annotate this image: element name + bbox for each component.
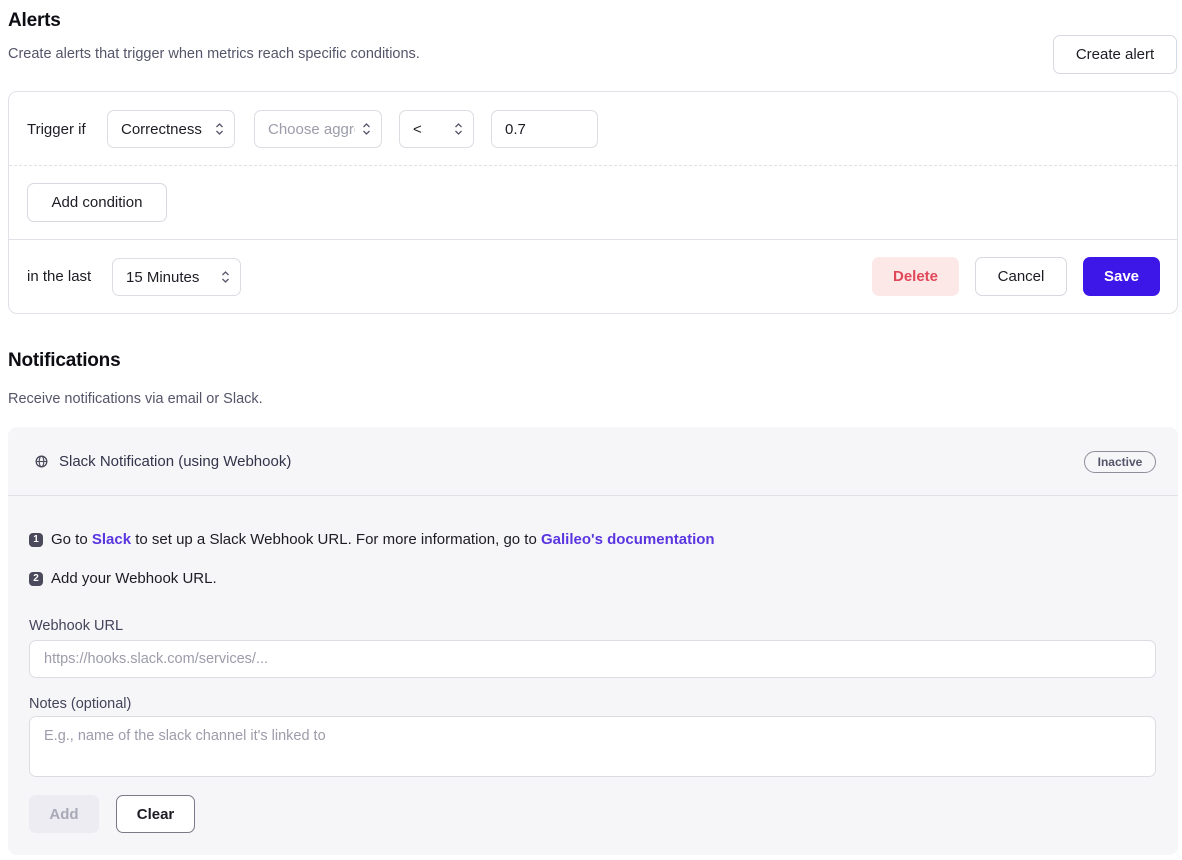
clear-button[interactable]: Clear: [116, 795, 195, 833]
step-1-text-mid: to set up a Slack Webhook URL. For more …: [131, 531, 541, 548]
step-1-number: 1: [29, 532, 43, 547]
notes-label: Notes (optional): [29, 696, 132, 712]
cancel-button[interactable]: Cancel: [975, 257, 1067, 296]
aggregation-select[interactable]: Choose aggregation: [254, 110, 382, 148]
step-2-number: 2: [29, 571, 43, 586]
chevron-up-down-icon: [221, 270, 230, 284]
slack-link[interactable]: Slack: [92, 531, 131, 548]
threshold-input[interactable]: 0.7: [491, 110, 598, 148]
slack-notification-panel: Slack Notification (using Webhook) Inact…: [8, 427, 1178, 855]
add-button[interactable]: Add: [29, 795, 99, 833]
step-1-instruction: 1 Go to Slack to set up a Slack Webhook …: [29, 531, 715, 548]
chevron-up-down-icon: [215, 122, 224, 136]
metric-select-value: Correctness: [121, 120, 202, 138]
documentation-link[interactable]: Galileo's documentation: [541, 531, 715, 548]
notes-textarea[interactable]: [29, 716, 1156, 777]
aggregation-select-placeholder: Choose aggregation: [268, 120, 355, 138]
create-alert-button[interactable]: Create alert: [1053, 35, 1177, 74]
panel-divider: [8, 495, 1178, 496]
window-label: in the last: [27, 268, 92, 285]
operator-select-value: <: [413, 120, 422, 138]
footer-divider: [9, 239, 1177, 240]
alerts-title: Alerts: [8, 10, 61, 31]
chevron-up-down-icon: [362, 122, 371, 136]
operator-select[interactable]: <: [399, 110, 474, 148]
condition-divider: [9, 165, 1177, 166]
step-2-instruction: 2 Add your Webhook URL.: [29, 570, 217, 587]
step-2-text: Add your Webhook URL.: [51, 570, 217, 587]
notifications-subtitle: Receive notifications via email or Slack…: [8, 391, 263, 407]
step-1-text-pre: Go to: [51, 531, 92, 548]
globe-icon: [35, 455, 48, 468]
webhook-url-label: Webhook URL: [29, 618, 124, 634]
alerts-subtitle: Create alerts that trigger when metrics …: [8, 46, 420, 62]
chevron-up-down-icon: [454, 122, 463, 136]
time-window-select[interactable]: 15 Minutes: [112, 258, 241, 296]
webhook-url-input[interactable]: [29, 640, 1156, 678]
delete-button[interactable]: Delete: [872, 257, 959, 296]
threshold-value: 0.7: [505, 120, 526, 138]
status-badge: Inactive: [1084, 451, 1156, 473]
metric-select[interactable]: Correctness: [107, 110, 235, 148]
trigger-label: Trigger if: [27, 121, 86, 138]
add-condition-button[interactable]: Add condition: [27, 183, 167, 222]
slack-notification-title: Slack Notification (using Webhook): [59, 453, 292, 470]
alert-card: Trigger if Correctness Choose aggregatio…: [8, 91, 1178, 314]
save-button[interactable]: Save: [1083, 257, 1160, 296]
notifications-title: Notifications: [8, 350, 121, 371]
time-window-value: 15 Minutes: [126, 268, 200, 286]
